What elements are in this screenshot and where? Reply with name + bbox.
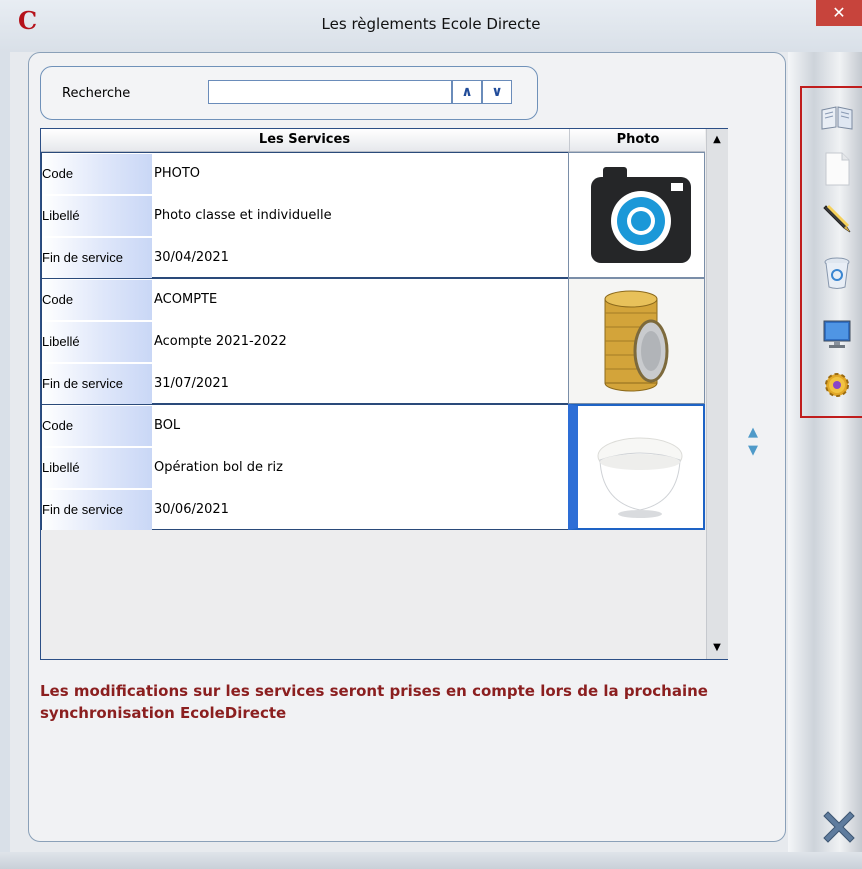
field-value-code[interactable]: PHOTO — [154, 154, 200, 194]
service-record[interactable]: Code PHOTO Libellé Photo classe et individ… — [41, 152, 569, 278]
window-frame-bottom — [0, 852, 862, 869]
rice-bowl-icon — [597, 437, 683, 518]
sync-info-message: Les modifications sur les services seron… — [40, 682, 708, 722]
service-record-selected[interactable]: Code BOL Libellé Opération bol de riz Fin … — [41, 404, 569, 530]
exit-close-icon[interactable] — [818, 806, 860, 848]
grid-header: Les Services Photo — [41, 129, 705, 152]
header-photo[interactable]: Photo — [569, 129, 706, 151]
field-label-libelle: Libellé — [42, 196, 152, 236]
field-label-code: Code — [42, 406, 152, 446]
photo-cell[interactable] — [568, 152, 705, 278]
monitor-icon[interactable] — [818, 318, 856, 352]
field-label-fin: Fin de service — [42, 490, 152, 530]
field-label-libelle: Libellé — [42, 448, 152, 488]
header-services[interactable]: Les Services — [41, 132, 568, 148]
search-label: Recherche — [62, 86, 131, 101]
field-label-fin: Fin de service — [42, 364, 152, 404]
edit-pen-icon[interactable] — [818, 202, 856, 236]
field-label-code: Code — [42, 154, 152, 194]
scroll-up-arrow[interactable]: ▲ — [710, 133, 724, 147]
field-value-fin[interactable]: 30/06/2021 — [154, 490, 229, 530]
service-record[interactable]: Code ACOMPTE Libellé Acompte 2021-2022 Fin… — [41, 278, 569, 404]
move-record-controls: ▲ ▼ — [742, 424, 764, 464]
recycle-bin-icon[interactable] — [818, 256, 856, 290]
grid-scrollbar[interactable]: ▲ ▼ — [706, 129, 728, 659]
search-input[interactable] — [208, 80, 452, 104]
settings-gear-icon[interactable] — [818, 368, 856, 402]
field-value-fin[interactable]: 30/04/2021 — [154, 238, 229, 278]
new-document-icon[interactable] — [818, 152, 856, 186]
field-value-libelle[interactable]: Acompte 2021-2022 — [154, 322, 287, 362]
close-window-button[interactable]: ✕ — [816, 0, 862, 26]
scroll-down-arrow[interactable]: ▼ — [710, 641, 724, 655]
move-up-arrow-icon[interactable]: ▲ — [742, 424, 764, 442]
window-title: Les règlements Ecole Directe — [321, 15, 541, 33]
field-value-code[interactable]: BOL — [154, 406, 180, 446]
move-down-arrow-icon[interactable]: ▼ — [742, 442, 764, 460]
coin-stack-icon — [569, 279, 704, 403]
field-value-libelle[interactable]: Opération bol de riz — [154, 448, 283, 488]
camera-icon — [591, 167, 691, 263]
field-value-fin[interactable]: 31/07/2021 — [154, 364, 229, 404]
search-down-button[interactable]: ∨ — [482, 80, 512, 104]
field-value-libelle[interactable]: Photo classe et individuelle — [154, 196, 332, 236]
photo-cell-selected[interactable] — [568, 404, 705, 530]
open-book-icon[interactable] — [818, 100, 856, 134]
field-value-code[interactable]: ACOMPTE — [154, 280, 217, 320]
field-label-libelle: Libellé — [42, 322, 152, 362]
photo-cell[interactable] — [568, 278, 705, 404]
window-frame-left — [0, 52, 10, 869]
field-label-code: Code — [42, 280, 152, 320]
search-up-button[interactable]: ∧ — [452, 80, 482, 104]
field-label-fin: Fin de service — [42, 238, 152, 278]
